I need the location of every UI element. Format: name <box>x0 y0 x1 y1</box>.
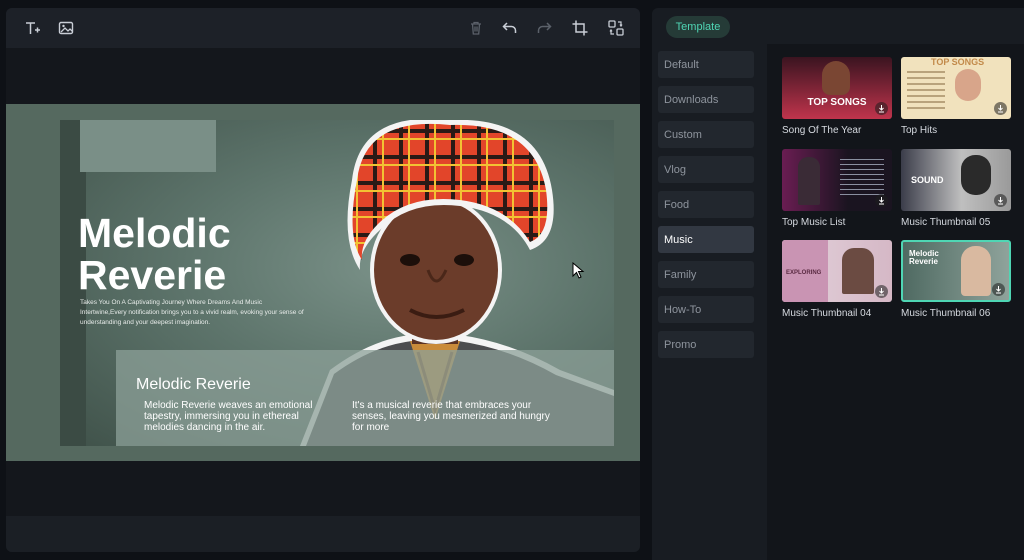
redo-icon <box>537 22 552 33</box>
template-label: Song Of The Year <box>782 125 862 136</box>
template-thumbnail[interactable]: TOP SONGS <box>782 57 892 119</box>
template-card[interactable]: Top Music List <box>782 149 892 228</box>
delete-button[interactable] <box>464 16 488 40</box>
category-vlog[interactable]: Vlog <box>658 156 754 183</box>
template-card[interactable]: TOP SONGS Top Hits <box>901 57 1011 136</box>
thumbnail-canvas[interactable]: Melodic Reverie Takes You On A Captivati… <box>60 120 614 446</box>
thumbnail-overlay-text: TOP SONGS <box>931 57 985 67</box>
download-button[interactable] <box>875 102 888 115</box>
face-shape <box>822 61 850 95</box>
template-thumbnail[interactable] <box>782 149 892 211</box>
category-food[interactable]: Food <box>658 191 754 218</box>
replace-button[interactable] <box>604 16 628 40</box>
thumbnail-overlay-text: SOUND <box>911 175 944 185</box>
template-label: Music Thumbnail 05 <box>901 217 991 228</box>
category-default[interactable]: Default <box>658 51 754 78</box>
download-icon <box>879 288 884 296</box>
list-lines <box>907 71 945 111</box>
category-family[interactable]: Family <box>658 261 754 288</box>
template-panel: Template Default Downloads Custom Vlog F… <box>652 8 1024 560</box>
canvas-area: Melodic Reverie Takes You On A Captivati… <box>6 48 640 516</box>
editor-bottom-bar <box>6 516 640 552</box>
template-thumbnail[interactable]: Melodic Reverie <box>901 240 1011 302</box>
mouse-cursor-icon <box>572 262 585 279</box>
tab-template[interactable]: Template <box>666 16 730 38</box>
template-thumbnail[interactable]: TOP SONGS <box>901 57 1011 119</box>
template-card-selected[interactable]: Melodic Reverie Music Thumbnail 06 <box>901 240 1011 319</box>
person-shape <box>842 248 874 294</box>
download-button[interactable] <box>994 194 1007 207</box>
crop-button[interactable] <box>568 16 592 40</box>
template-thumbnail[interactable]: SOUND <box>901 149 1011 211</box>
category-list: Default Downloads Custom Vlog Food Music… <box>658 51 754 366</box>
template-grid: TOP SONGS Song Of The Year TOP SONGS Top… <box>767 44 1024 560</box>
performer-shape <box>798 157 820 205</box>
list-lines <box>840 159 884 199</box>
template-label: Music Thumbnail 06 <box>901 308 991 319</box>
download-button[interactable] <box>994 102 1007 115</box>
template-preview[interactable]: Melodic Reverie Takes You On A Captivati… <box>6 104 640 461</box>
template-label: Music Thumbnail 04 <box>782 308 872 319</box>
template-card[interactable]: EXPLORING Music Thumbnail 04 <box>782 240 892 319</box>
delete-icon <box>471 21 481 35</box>
download-button[interactable] <box>875 194 888 207</box>
category-promo[interactable]: Promo <box>658 331 754 358</box>
editor-toolbar <box>6 8 640 48</box>
template-label: Top Hits <box>901 125 938 136</box>
category-custom[interactable]: Custom <box>658 121 754 148</box>
undo-button[interactable] <box>498 16 522 40</box>
download-icon <box>996 286 1001 294</box>
thumbnail-overlay-text: Melodic Reverie <box>909 249 939 266</box>
download-button[interactable] <box>992 283 1005 296</box>
thumbnail-overlay-text: EXPLORING <box>786 270 822 276</box>
info-box-text-left[interactable]: Melodic Reverie weaves an emotional tape… <box>144 400 320 433</box>
category-how-to[interactable]: How-To <box>658 296 754 323</box>
download-icon <box>879 197 884 205</box>
editor-panel: Melodic Reverie Takes You On A Captivati… <box>6 8 640 552</box>
face-shape <box>955 69 981 101</box>
info-box[interactable]: Melodic Reverie Melodic Reverie weaves a… <box>116 350 614 446</box>
info-box-text-right[interactable]: It's a musical reverie that embraces you… <box>352 400 552 433</box>
category-music[interactable]: Music <box>658 226 754 253</box>
template-card[interactable]: SOUND Music Thumbnail 05 <box>901 149 1011 228</box>
redo-button[interactable] <box>532 16 556 40</box>
download-icon <box>998 105 1003 113</box>
preview-title-line2: Reverie <box>78 252 227 298</box>
placeholder-rect[interactable] <box>80 120 216 172</box>
face-shape <box>961 246 991 296</box>
add-text-button[interactable] <box>20 16 44 40</box>
undo-icon <box>502 22 517 33</box>
image-add-icon <box>58 21 74 35</box>
crop-icon <box>572 20 588 36</box>
category-downloads[interactable]: Downloads <box>658 86 754 113</box>
template-card[interactable]: TOP SONGS Song Of The Year <box>782 57 892 136</box>
text-add-icon <box>26 22 40 34</box>
preview-title[interactable]: Melodic Reverie <box>78 212 231 296</box>
download-icon <box>879 105 884 113</box>
preview-title-line1: Melodic <box>78 210 231 256</box>
replace-icon <box>608 20 624 36</box>
template-thumbnail[interactable]: EXPLORING <box>782 240 892 302</box>
face-shape <box>961 155 991 195</box>
download-button[interactable] <box>875 285 888 298</box>
add-image-button[interactable] <box>54 16 78 40</box>
info-box-title[interactable]: Melodic Reverie <box>136 376 251 394</box>
template-label: Top Music List <box>782 217 846 228</box>
download-icon <box>998 197 1003 205</box>
